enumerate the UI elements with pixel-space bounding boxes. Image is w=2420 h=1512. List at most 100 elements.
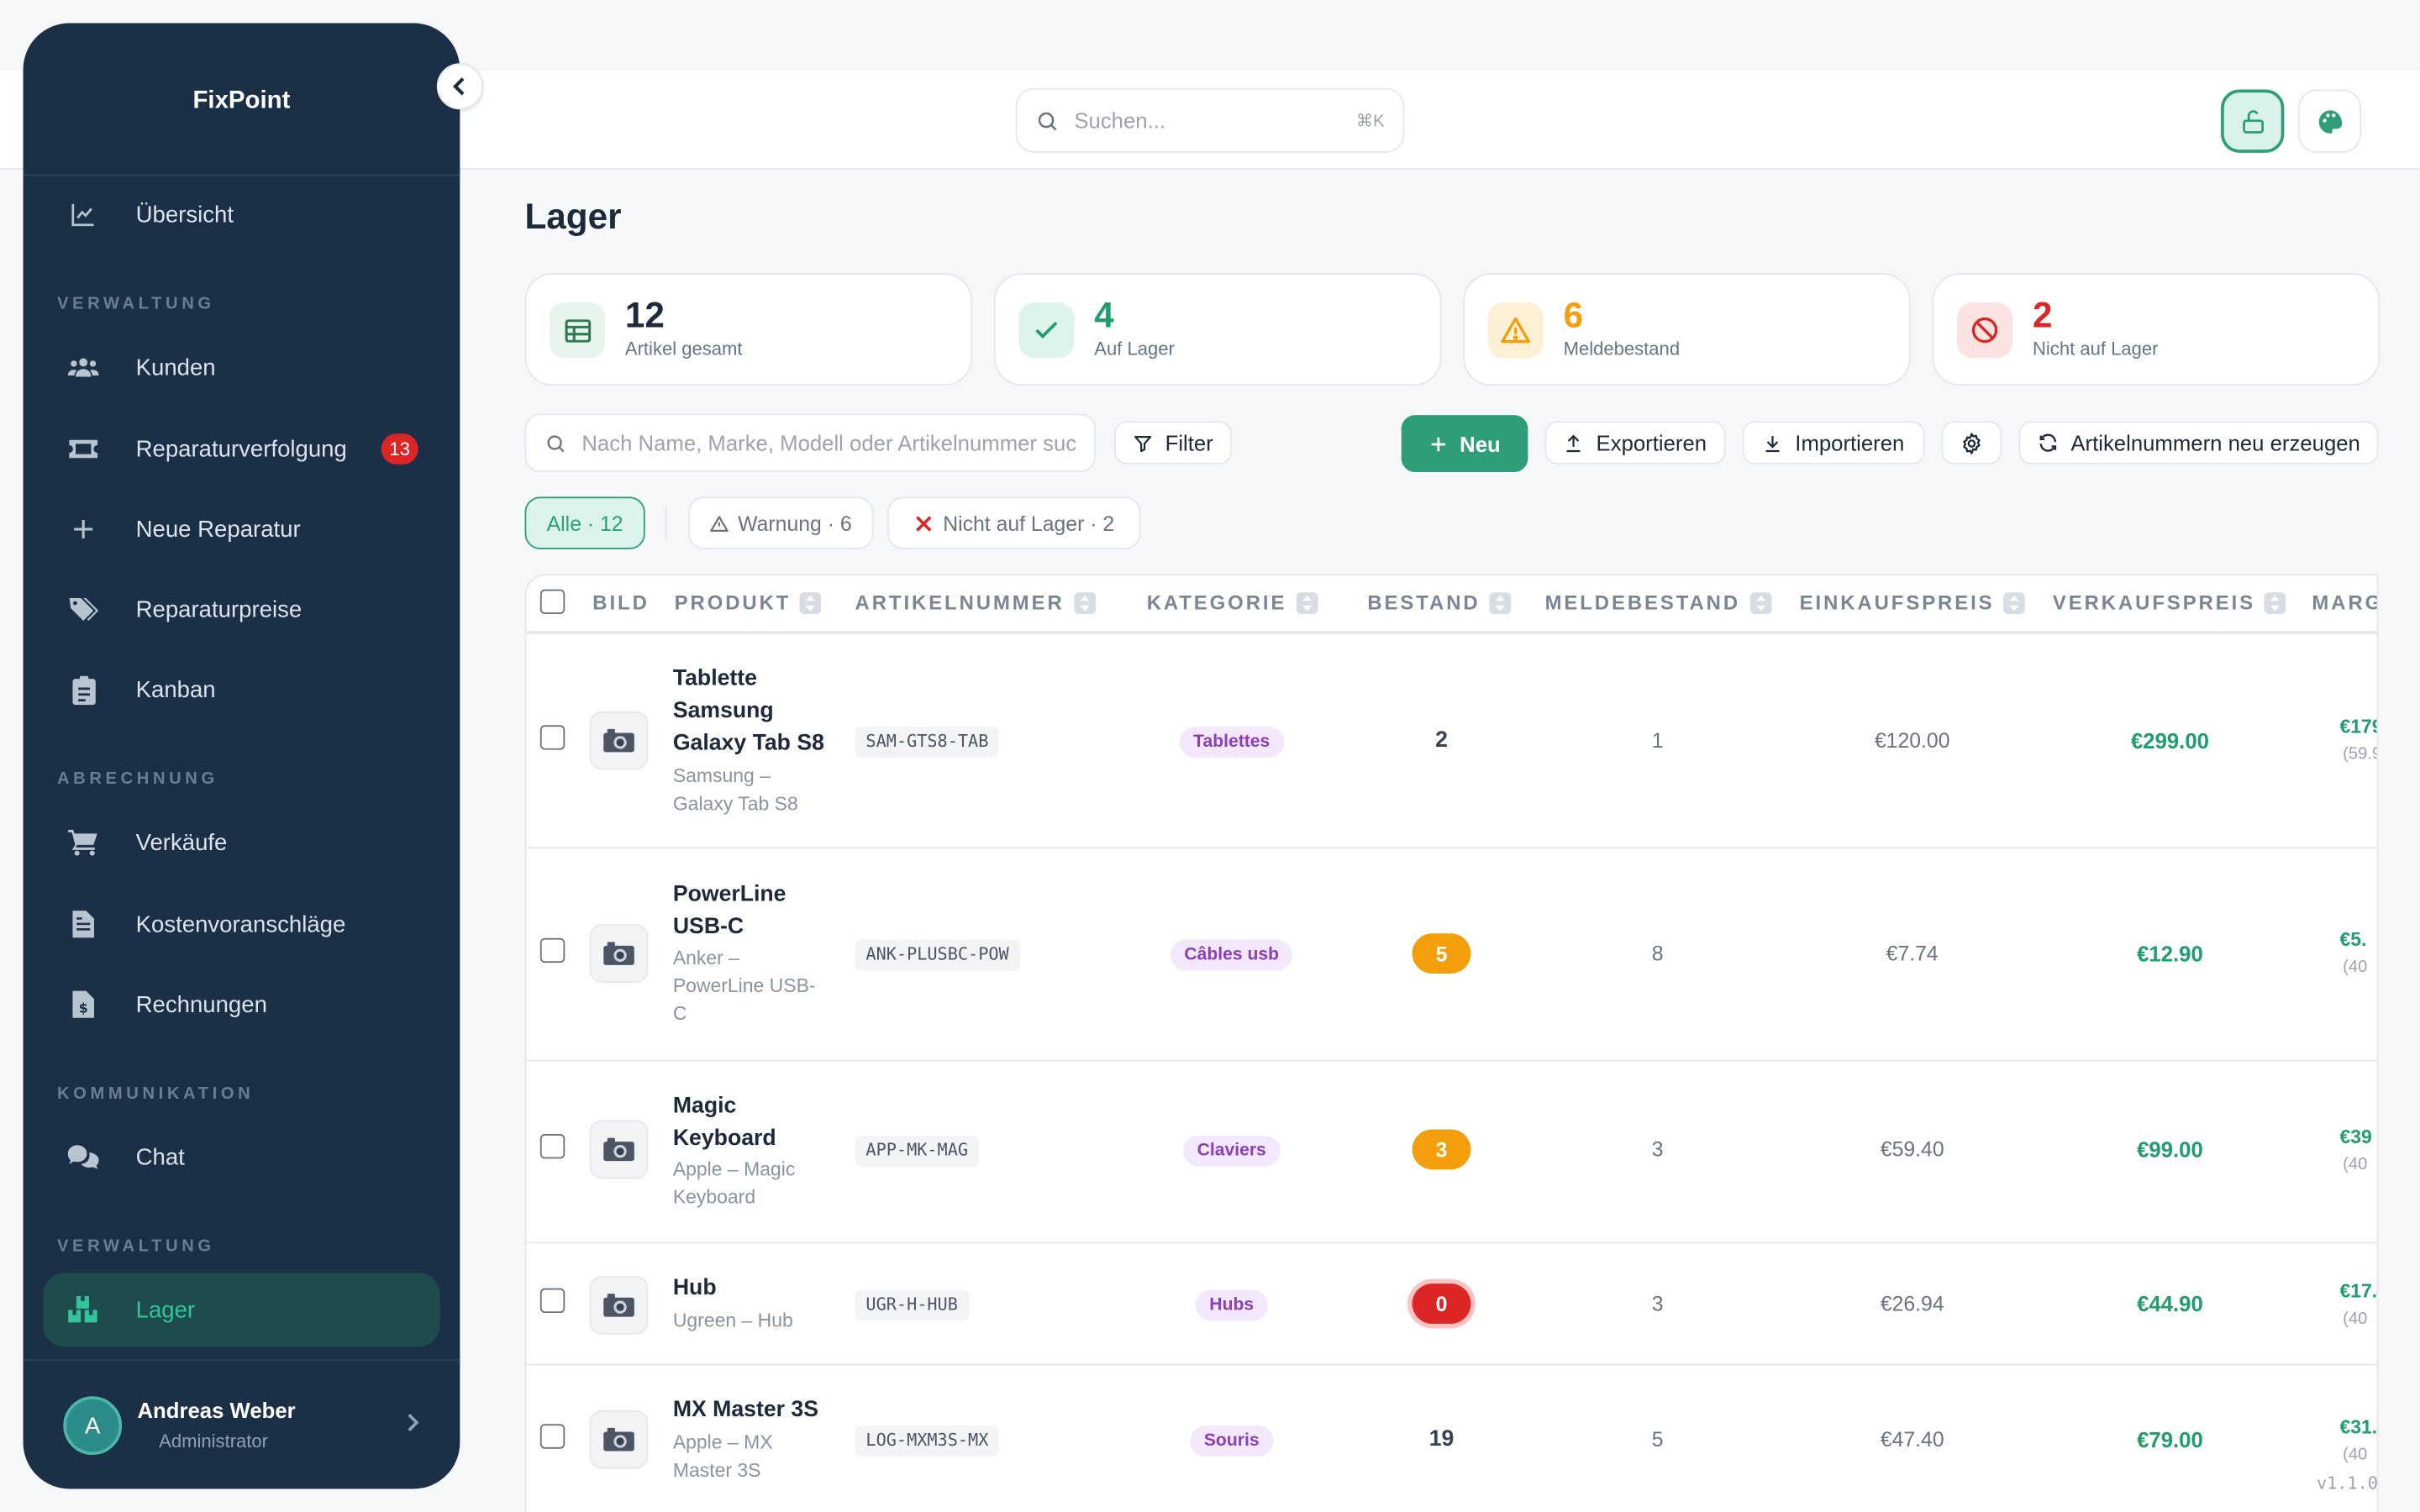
- column-label: ARTIKELNUMMER: [855, 591, 1065, 615]
- lock-button[interactable]: [2221, 89, 2285, 153]
- column-label: BILD: [592, 591, 650, 615]
- theme-button[interactable]: [2297, 89, 2362, 153]
- sidebar-item-kunden[interactable]: Kunden: [43, 330, 439, 404]
- filter-pill-warning[interactable]: Warnung · 6: [688, 496, 874, 549]
- table-row[interactable]: Magic Keyboard Apple – Magic Keyboard AP…: [526, 1062, 2377, 1244]
- sidebar-section-verwaltung: VERWALTUNG: [56, 294, 215, 313]
- purchase-price: €59.40: [1880, 1137, 1944, 1162]
- stat-value: 6: [1563, 294, 1584, 335]
- sidebar-item-kanban[interactable]: Kanban: [43, 653, 439, 727]
- import-label: Importieren: [1795, 430, 1905, 455]
- row-checkbox[interactable]: [539, 1424, 566, 1449]
- stat-label: Meldebestand: [1563, 338, 1681, 360]
- table-row[interactable]: Tablette Samsung Galaxy Tab S8 Samsung –…: [526, 634, 2379, 849]
- filter-pill-all[interactable]: Alle · 12: [524, 496, 645, 549]
- row-checkbox[interactable]: [539, 725, 566, 750]
- sidebar-item-reparaturverfolgung[interactable]: Reparaturverfolgung 13: [43, 412, 439, 486]
- column-header-produkt[interactable]: PRODUKT: [675, 591, 823, 614]
- sidebar-item-kostenvoranschlaege[interactable]: Kostenvoranschläge: [43, 887, 439, 961]
- search-shortcut-hint: ⌘K: [1355, 112, 1385, 131]
- filter-pill-out-of-stock[interactable]: Nicht auf Lager · 2: [887, 496, 1141, 549]
- select-all-checkbox[interactable]: [539, 589, 566, 615]
- search-icon: [1038, 111, 1057, 130]
- camera-icon: [589, 711, 649, 770]
- table-icon: [549, 302, 606, 359]
- row-checkbox[interactable]: [539, 937, 566, 963]
- import-button[interactable]: Importieren: [1742, 421, 1925, 465]
- margin-percent: (40: [2343, 958, 2368, 977]
- app-logo-text: FixPoint: [192, 87, 291, 114]
- table-row[interactable]: Hub Ugreen – Hub UGR-H-HUB Hubs 0 3 €26.…: [526, 1243, 2378, 1366]
- sidebar-item-label: Verkäufe: [135, 829, 228, 856]
- column-header-kategorie[interactable]: KATEGORIE: [1147, 591, 1318, 614]
- avatar[interactable]: A: [63, 1396, 123, 1456]
- sku-code: LOG-MXM3S-MX: [855, 1425, 1000, 1457]
- min-stock-value: 1: [1651, 728, 1664, 753]
- filter-icon: [1134, 435, 1152, 452]
- purchase-price: €47.40: [1880, 1427, 1944, 1452]
- sale-price: €299.00: [2130, 727, 2209, 753]
- sidebar-item-neue-reparatur[interactable]: Neue Reparatur: [43, 492, 439, 566]
- chevron-right-icon[interactable]: [402, 1412, 421, 1441]
- sidebar-collapse-button[interactable]: [436, 63, 483, 110]
- row-checkbox[interactable]: [539, 1134, 566, 1159]
- sidebar-item-rechnungen[interactable]: $ Rechnungen: [43, 968, 439, 1042]
- pill-label: Warnung · 6: [738, 511, 852, 535]
- margin-value: €17.: [2339, 1280, 2378, 1303]
- column-label: MARG: [2312, 591, 2379, 615]
- sidebar-item-reparaturpreise[interactable]: Reparaturpreise: [43, 572, 439, 646]
- sort-icon[interactable]: [1489, 591, 1512, 614]
- category-badge: Tablettes: [1179, 727, 1284, 758]
- sku-code: SAM-GTS8-TAB: [855, 727, 1000, 758]
- regenerate-sku-button[interactable]: Artikelnummern neu erzeugen: [2018, 421, 2379, 465]
- product-subtitle: Ugreen – Hub: [672, 1310, 793, 1332]
- purchase-price: €7.74: [1886, 942, 1939, 965]
- table-row[interactable]: PowerLine USB-C Anker – PowerLine USB-C …: [526, 848, 2377, 1062]
- stat-label: Auf Lager: [1094, 338, 1175, 360]
- min-stock-value: 3: [1651, 1292, 1664, 1315]
- sort-icon[interactable]: [2003, 591, 2026, 614]
- sort-icon[interactable]: [1296, 591, 1318, 614]
- stat-value: 4: [1094, 294, 1114, 335]
- row-checkbox[interactable]: [539, 1288, 566, 1314]
- global-search-input[interactable]: Suchen... ⌘K: [1015, 87, 1405, 153]
- sidebar-item-label: Kunden: [135, 354, 216, 381]
- user-name[interactable]: Andreas Weber: [137, 1398, 295, 1422]
- regenerate-label: Artikelnummern neu erzeugen: [2070, 430, 2360, 455]
- inventory-search-input[interactable]: Nach Name, Marke, Modell oder Artikelnum…: [524, 413, 1097, 473]
- sidebar-item-uebersicht[interactable]: Übersicht: [43, 177, 439, 251]
- column-header-artikelnummer[interactable]: ARTIKELNUMMER: [855, 591, 1096, 614]
- stat-label: Nicht auf Lager: [2032, 338, 2159, 360]
- sidebar-item-lager[interactable]: Lager: [43, 1273, 440, 1347]
- column-header-bestand[interactable]: BESTAND: [1367, 591, 1512, 614]
- svg-text:$: $: [79, 1000, 88, 1016]
- column-header-verkaufspreis[interactable]: VERKAUFSPREIS: [2053, 591, 2286, 614]
- column-header-meldebestand[interactable]: MELDEBESTAND: [1545, 591, 1771, 614]
- product-subtitle: Apple – Magic Keyboard: [672, 1158, 796, 1209]
- user-role: Administrator: [159, 1430, 269, 1452]
- repair-count-badge: 13: [381, 433, 418, 465]
- export-button[interactable]: Exportieren: [1544, 421, 1726, 465]
- sort-icon[interactable]: [1073, 591, 1096, 614]
- column-header-marge[interactable]: MARG: [2312, 591, 2379, 615]
- product-name: Magic Keyboard: [672, 1094, 776, 1152]
- gear-icon: [1963, 432, 1981, 454]
- sort-icon[interactable]: [800, 591, 823, 614]
- sort-icon[interactable]: [2265, 591, 2286, 614]
- stock-value: 19: [1428, 1426, 1455, 1452]
- sort-icon[interactable]: [1749, 591, 1771, 614]
- filter-button[interactable]: Filter: [1114, 421, 1232, 465]
- sidebar-item-chat[interactable]: Chat: [43, 1120, 439, 1194]
- pill-label: Alle · 12: [546, 511, 623, 535]
- settings-button[interactable]: [1941, 421, 2002, 465]
- palette-icon: [2317, 109, 2342, 133]
- margin-percent: (59.9: [2343, 745, 2379, 764]
- table-row[interactable]: MX Master 3S Apple – MX Master 3S LOG-MX…: [526, 1366, 2377, 1512]
- sidebar-item-label: Kostenvoranschläge: [135, 911, 346, 937]
- new-item-button[interactable]: Neu: [1401, 415, 1528, 473]
- sidebar-item-verkaeufe[interactable]: Verkäufe: [43, 806, 439, 879]
- column-header-einkaufspreis[interactable]: EINKAUFSPREIS: [1800, 591, 2026, 614]
- margin-percent: (40: [2343, 1310, 2368, 1329]
- stock-warning-badge: 5: [1412, 933, 1471, 974]
- unlock-icon: [2242, 109, 2264, 133]
